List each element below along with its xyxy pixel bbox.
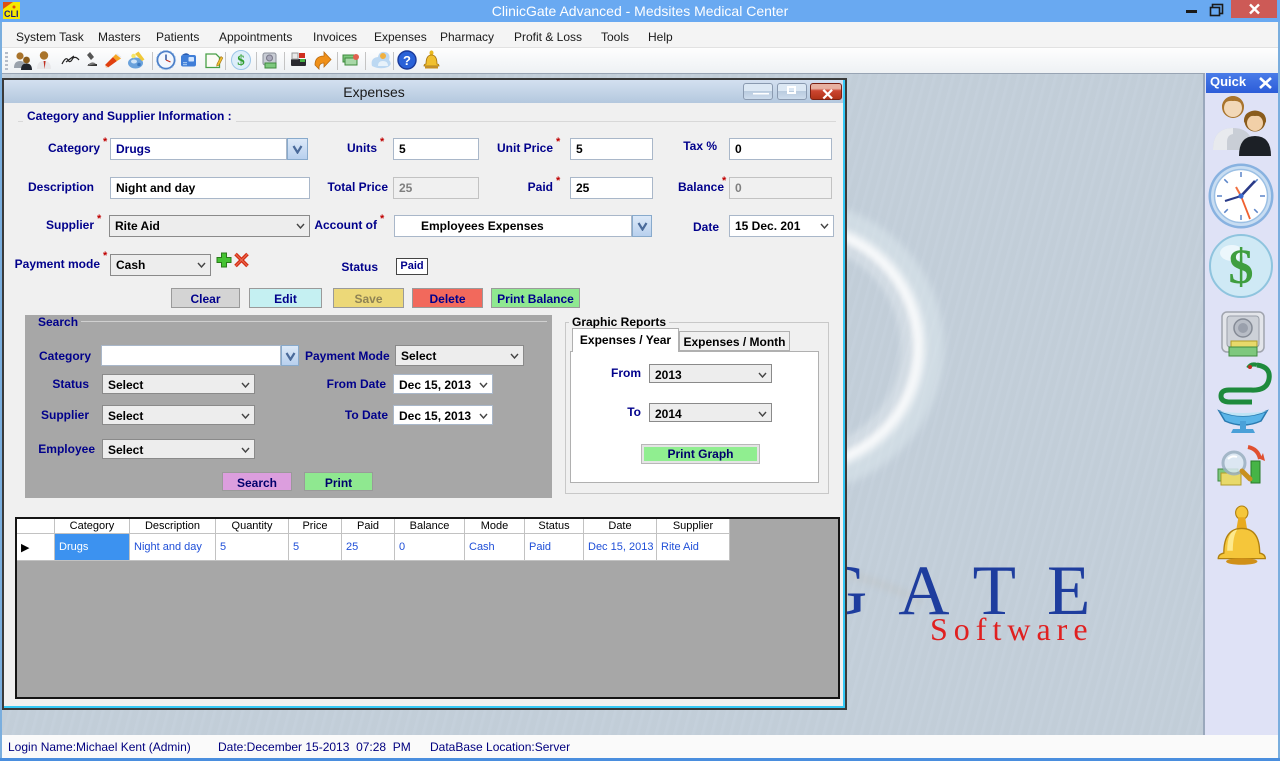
svg-text:$: $	[237, 53, 245, 69]
svg-text:$: $	[1229, 238, 1254, 294]
svg-text:CLI: CLI	[4, 9, 19, 19]
svg-text:?: ?	[403, 53, 411, 68]
